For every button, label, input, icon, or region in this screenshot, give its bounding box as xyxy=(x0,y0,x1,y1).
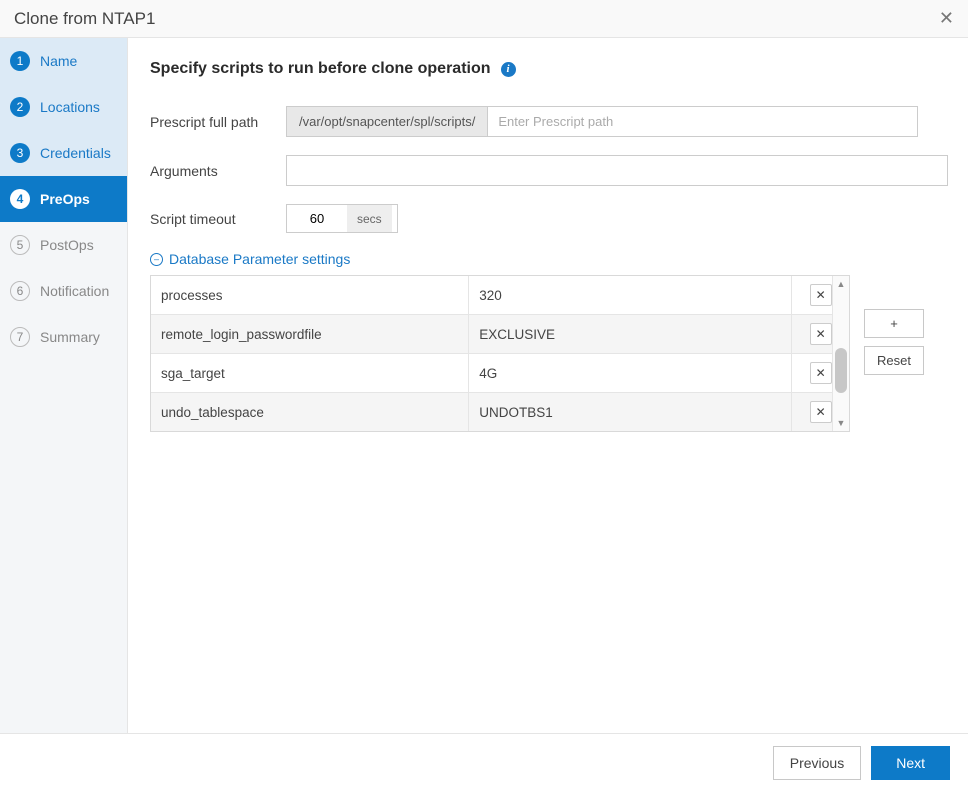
dialog-footer: Previous Next xyxy=(0,734,968,792)
dialog-title: Clone from NTAP1 xyxy=(14,9,155,29)
add-param-button[interactable]: + xyxy=(864,309,924,338)
step-number: 4 xyxy=(10,189,30,209)
table-scrollbar[interactable]: ▲ ▼ xyxy=(832,276,849,431)
step-label: Summary xyxy=(40,329,100,345)
table-row: sga_target 4G ✕ xyxy=(151,354,849,393)
step-label: Notification xyxy=(40,283,109,299)
params-side-buttons: + Reset xyxy=(864,309,924,375)
wizard-step-name[interactable]: 1 Name xyxy=(0,38,127,84)
step-label: Credentials xyxy=(40,145,111,161)
step-label: PreOps xyxy=(40,191,90,207)
previous-button[interactable]: Previous xyxy=(773,746,861,780)
collapse-icon: – xyxy=(150,253,163,266)
step-number: 2 xyxy=(10,97,30,117)
wizard-step-postops[interactable]: 5 PostOps xyxy=(0,222,127,268)
table-row: undo_tablespace UNDOTBS1 ✕ xyxy=(151,393,849,432)
param-value[interactable]: UNDOTBS1 xyxy=(469,393,792,432)
db-params-area: processes 320 ✕ remote_login_passwordfil… xyxy=(150,275,948,432)
param-name[interactable]: processes xyxy=(151,276,469,315)
prescript-path-group: /var/opt/snapcenter/spl/scripts/ xyxy=(286,106,918,137)
step-label: PostOps xyxy=(40,237,94,253)
reset-params-button[interactable]: Reset xyxy=(864,346,924,375)
delete-row-icon[interactable]: ✕ xyxy=(810,323,832,345)
timeout-input[interactable] xyxy=(287,205,347,232)
arguments-input[interactable] xyxy=(286,155,948,186)
wizard-step-preops[interactable]: 4 PreOps xyxy=(0,176,127,222)
delete-row-icon[interactable]: ✕ xyxy=(810,362,832,384)
param-name[interactable]: remote_login_passwordfile xyxy=(151,315,469,354)
db-params-table-wrapper: processes 320 ✕ remote_login_passwordfil… xyxy=(150,275,850,432)
step-number: 6 xyxy=(10,281,30,301)
scroll-thumb[interactable] xyxy=(835,348,847,393)
scroll-down-icon[interactable]: ▼ xyxy=(837,415,846,431)
prescript-input[interactable] xyxy=(488,107,917,136)
table-row: processes 320 ✕ xyxy=(151,276,849,315)
scroll-up-icon[interactable]: ▲ xyxy=(837,276,846,292)
label-timeout: Script timeout xyxy=(150,211,286,227)
content-pane: Specify scripts to run before clone oper… xyxy=(128,38,968,733)
info-icon[interactable]: i xyxy=(501,62,516,77)
label-arguments: Arguments xyxy=(150,163,286,179)
timeout-unit: secs xyxy=(347,205,392,232)
step-number: 7 xyxy=(10,327,30,347)
dialog-header: Clone from NTAP1 ✕ xyxy=(0,0,968,38)
wizard-step-summary[interactable]: 7 Summary xyxy=(0,314,127,360)
timeout-group: secs xyxy=(286,204,398,233)
step-number: 3 xyxy=(10,143,30,163)
param-value[interactable]: 4G xyxy=(469,354,792,393)
wizard-sidebar: 1 Name 2 Locations 3 Credentials 4 PreOp… xyxy=(0,38,128,733)
row-timeout: Script timeout secs xyxy=(150,204,948,233)
close-icon[interactable]: ✕ xyxy=(939,8,954,29)
prescript-prefix: /var/opt/snapcenter/spl/scripts/ xyxy=(287,107,488,136)
param-value[interactable]: 320 xyxy=(469,276,792,315)
table-row: remote_login_passwordfile EXCLUSIVE ✕ xyxy=(151,315,849,354)
step-number: 5 xyxy=(10,235,30,255)
row-arguments: Arguments xyxy=(150,155,948,186)
section-heading-text: Specify scripts to run before clone oper… xyxy=(150,60,491,78)
db-params-table: processes 320 ✕ remote_login_passwordfil… xyxy=(151,276,849,431)
param-name[interactable]: undo_tablespace xyxy=(151,393,469,432)
step-label: Name xyxy=(40,53,77,69)
step-number: 1 xyxy=(10,51,30,71)
wizard-step-notification[interactable]: 6 Notification xyxy=(0,268,127,314)
db-params-heading: Database Parameter settings xyxy=(169,251,350,267)
row-prescript: Prescript full path /var/opt/snapcenter/… xyxy=(150,106,948,137)
delete-row-icon[interactable]: ✕ xyxy=(810,284,832,306)
dialog-body: 1 Name 2 Locations 3 Credentials 4 PreOp… xyxy=(0,38,968,734)
label-prescript: Prescript full path xyxy=(150,114,286,130)
wizard-step-credentials[interactable]: 3 Credentials xyxy=(0,130,127,176)
wizard-step-locations[interactable]: 2 Locations xyxy=(0,84,127,130)
param-value[interactable]: EXCLUSIVE xyxy=(469,315,792,354)
delete-row-icon[interactable]: ✕ xyxy=(810,401,832,423)
param-name[interactable]: sga_target xyxy=(151,354,469,393)
next-button[interactable]: Next xyxy=(871,746,950,780)
section-heading: Specify scripts to run before clone oper… xyxy=(150,60,948,78)
step-label: Locations xyxy=(40,99,100,115)
db-params-toggle[interactable]: – Database Parameter settings xyxy=(150,251,948,267)
